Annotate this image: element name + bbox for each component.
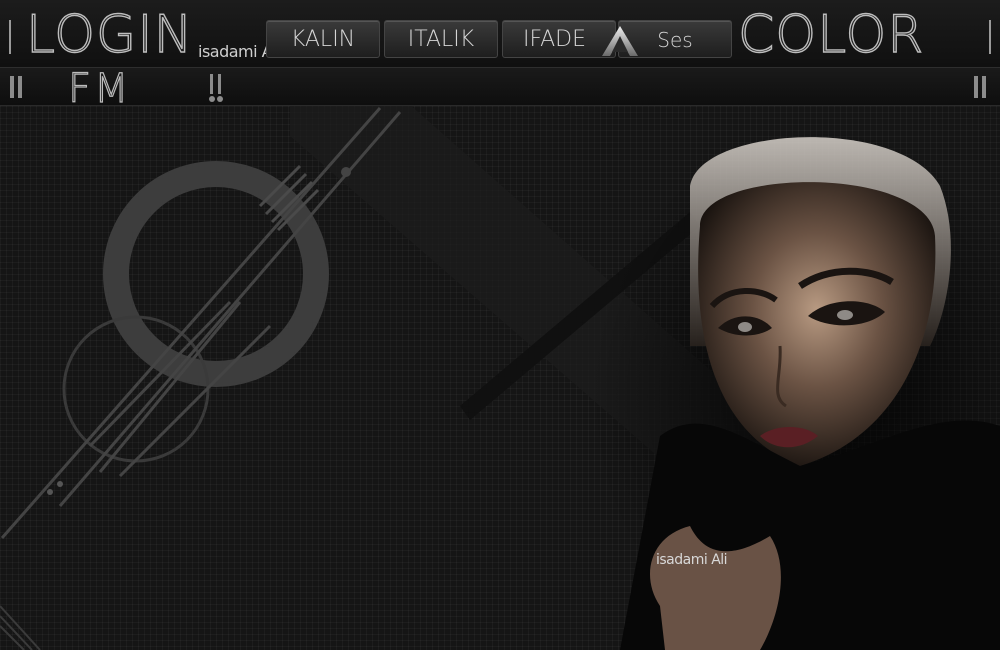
color-button[interactable]: COLOR bbox=[737, 5, 924, 64]
signature-text: isadami Ali bbox=[656, 552, 728, 568]
login-button[interactable]: LOGIN bbox=[25, 5, 194, 64]
fm-control-icon[interactable] bbox=[206, 74, 226, 104]
background-stage: isadami Ali bbox=[0, 106, 1000, 650]
right-pause-icon[interactable] bbox=[974, 76, 988, 98]
letter-a-icon[interactable] bbox=[598, 22, 642, 60]
bold-button[interactable]: KALIN bbox=[266, 20, 380, 58]
radio-bar bbox=[0, 68, 1000, 106]
right-edge-tick bbox=[989, 20, 991, 54]
pause-icon[interactable] bbox=[10, 76, 24, 98]
stage-decoration bbox=[0, 106, 1000, 650]
left-edge-tick bbox=[9, 20, 11, 54]
italic-button[interactable]: ITALIK bbox=[384, 20, 498, 58]
top-bar: LOGIN isadami Ali KALIN ITALIK IFADE Ses… bbox=[0, 0, 1000, 68]
